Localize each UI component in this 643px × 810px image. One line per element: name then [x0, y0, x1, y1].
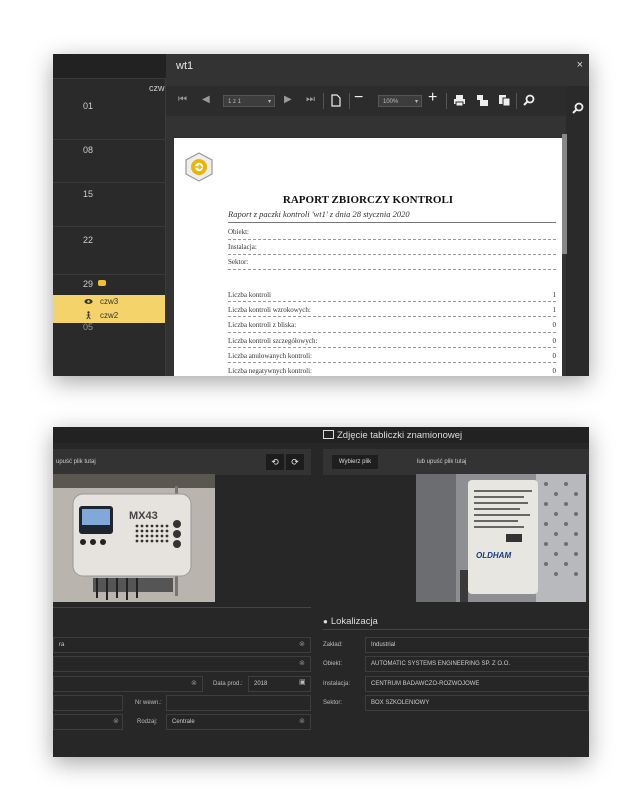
chevron-down-icon: ▾ — [267, 99, 271, 105]
report-field: Sektor: — [228, 258, 249, 266]
text-field[interactable]: ra — [53, 637, 311, 653]
event-label: czw2 — [100, 311, 119, 320]
type-field[interactable]: Centrale — [166, 714, 311, 730]
installation-label: Instalacja: — [323, 681, 351, 687]
company-logo — [185, 152, 213, 182]
text-field[interactable] — [53, 695, 123, 711]
report-title: RAPORT ZBIORCZY KONTROLI — [282, 194, 454, 206]
calendar-event[interactable]: czw3 — [53, 295, 165, 309]
serial-label: Nr wewn.: — [135, 700, 162, 706]
nameplate-photo: OLDHAM — [416, 474, 586, 602]
clear-icon[interactable]: ⊗ — [191, 679, 197, 687]
plate-brand: OLDHAM — [476, 551, 511, 560]
page-icon[interactable] — [331, 94, 341, 107]
installation-field[interactable]: CENTRUM BADAWCZO-ROZWOJOWE — [365, 676, 589, 692]
print-page-icon[interactable] — [476, 94, 489, 107]
report-row-label: Liczba kontroli wzrokowych: — [228, 306, 311, 314]
clear-icon[interactable]: ⊗ — [113, 717, 119, 725]
object-field[interactable]: AUTOMATIC SYSTEMS ENGINEERING SP. Z O.O. — [365, 656, 589, 672]
report-row-label: Liczba kontroli z bliska: — [228, 321, 297, 329]
export-icon[interactable] — [498, 94, 511, 107]
text-field[interactable] — [53, 656, 311, 672]
text-field[interactable] — [53, 676, 203, 692]
report-row-value: 1 — [552, 306, 557, 314]
device-photo: MX43 — [53, 474, 215, 602]
serial-field[interactable] — [166, 695, 311, 711]
sector-field[interactable]: BOX SZKOLENIOWY — [365, 695, 589, 711]
eye-icon — [84, 298, 93, 305]
report-row-label: Liczba negatywnych kontroli: — [228, 367, 312, 375]
clear-icon[interactable]: ⊗ — [299, 659, 305, 667]
report-page: RAPORT ZBIORCZY KONTROLI Raport z paczki… — [174, 138, 562, 376]
page-select[interactable]: 1 z 1 ▾ — [223, 95, 275, 107]
event-label: czw3 — [100, 297, 119, 306]
walking-person-icon — [86, 311, 91, 320]
report-field: Obiekt: — [228, 228, 249, 236]
search-icon[interactable] — [572, 102, 584, 114]
search-icon[interactable] — [523, 94, 535, 106]
calendar-column — [53, 78, 165, 376]
calendar-day[interactable]: 15 — [83, 189, 93, 199]
device-form-screenshot: Zdjęcie tabliczki znamionowej upuść plik… — [53, 427, 589, 757]
choose-file-button[interactable]: Wybierz plik — [332, 455, 378, 469]
last-page-icon[interactable]: ⏭ — [306, 94, 315, 105]
report-field: Instalacja: — [228, 243, 257, 251]
calendar-day[interactable]: 08 — [83, 145, 93, 155]
sector-label: Sektor: — [323, 700, 343, 706]
nameplate-image: OLDHAM — [416, 474, 586, 602]
calendar-column-header: czw — [149, 83, 165, 93]
drop-hint: upuść plik tutaj — [56, 459, 96, 465]
object-label: Obiekt: — [323, 661, 343, 667]
prev-page-icon[interactable]: ◀ — [202, 94, 210, 105]
rotate-right-icon[interactable]: ⟳ — [286, 454, 304, 470]
prod-date-label: Data prod.: — [213, 681, 243, 687]
map-marker-icon: ● — [323, 617, 328, 626]
report-row-label: Liczba kontroli — [228, 291, 271, 299]
upload-bar: Wybierz plik lub upuść plik tutaj — [323, 449, 589, 475]
first-page-icon[interactable]: ⏮ — [178, 94, 187, 105]
device-model-label: MX43 — [129, 510, 158, 522]
image-icon — [323, 430, 334, 439]
modal-title: wt1 — [176, 60, 194, 72]
report-viewer-screenshot: czw 01 08 15 22 29 czw3 czw2 05 wt1 × ⏮ … — [53, 54, 589, 376]
next-page-icon[interactable]: ▶ — [284, 94, 292, 105]
gas-detector-image: MX43 — [53, 474, 215, 602]
pdf-viewer-modal: wt1 × ⏮ ◀ 1 z 1 ▾ ▶ ⏭ − 100% ▾ + RAPORT … — [166, 54, 589, 376]
report-row-value: 0 — [552, 352, 557, 360]
calendar-icon[interactable]: ▣ — [299, 678, 306, 686]
calendar-day[interactable]: 01 — [83, 101, 93, 111]
rotate-left-icon[interactable]: ⟲ — [266, 454, 284, 470]
report-row-value: 1 — [552, 291, 557, 299]
calendar-day[interactable]: 22 — [83, 235, 93, 245]
zoom-in-icon[interactable]: + — [428, 89, 437, 107]
print-icon[interactable] — [453, 94, 466, 107]
chevron-down-icon: ▾ — [414, 99, 418, 105]
report-row-value: 0 — [552, 321, 557, 329]
clear-icon[interactable]: ⊗ — [299, 640, 305, 648]
report-row-label: Liczba kontroli szczegółowych: — [228, 337, 318, 345]
photo-section-title: Zdjęcie tabliczki znamionowej — [323, 430, 462, 441]
calendar-event[interactable]: czw2 — [53, 309, 165, 323]
zoom-out-icon[interactable]: − — [354, 89, 363, 107]
report-row-label: Liczba anulowanych kontroli: — [228, 352, 312, 360]
report-subtitle: Raport z paczki kontroli 'wt1' z dnia 28… — [228, 209, 410, 219]
plant-label: Zakład: — [323, 642, 343, 648]
zoom-select[interactable]: 100% ▾ — [378, 95, 422, 107]
plant-field[interactable]: Industrial — [365, 637, 589, 653]
report-row-value: 0 — [552, 337, 557, 345]
type-label: Rodzaj: — [137, 719, 158, 725]
report-row-value: 0 — [552, 367, 557, 375]
pdf-toolbar: ⏮ ◀ 1 z 1 ▾ ▶ ⏭ − 100% ▾ + — [166, 86, 566, 116]
close-icon[interactable]: × — [577, 59, 583, 71]
event-badge — [98, 280, 106, 286]
drop-hint: lub upuść plik tutaj — [417, 459, 467, 465]
scrollbar[interactable] — [562, 134, 567, 254]
calendar-day[interactable]: 05 — [83, 322, 93, 332]
location-section-title: ● Lokalizacja — [323, 616, 378, 627]
calendar-day[interactable]: 29 — [83, 279, 93, 289]
clear-icon[interactable]: ⊗ — [299, 717, 305, 725]
